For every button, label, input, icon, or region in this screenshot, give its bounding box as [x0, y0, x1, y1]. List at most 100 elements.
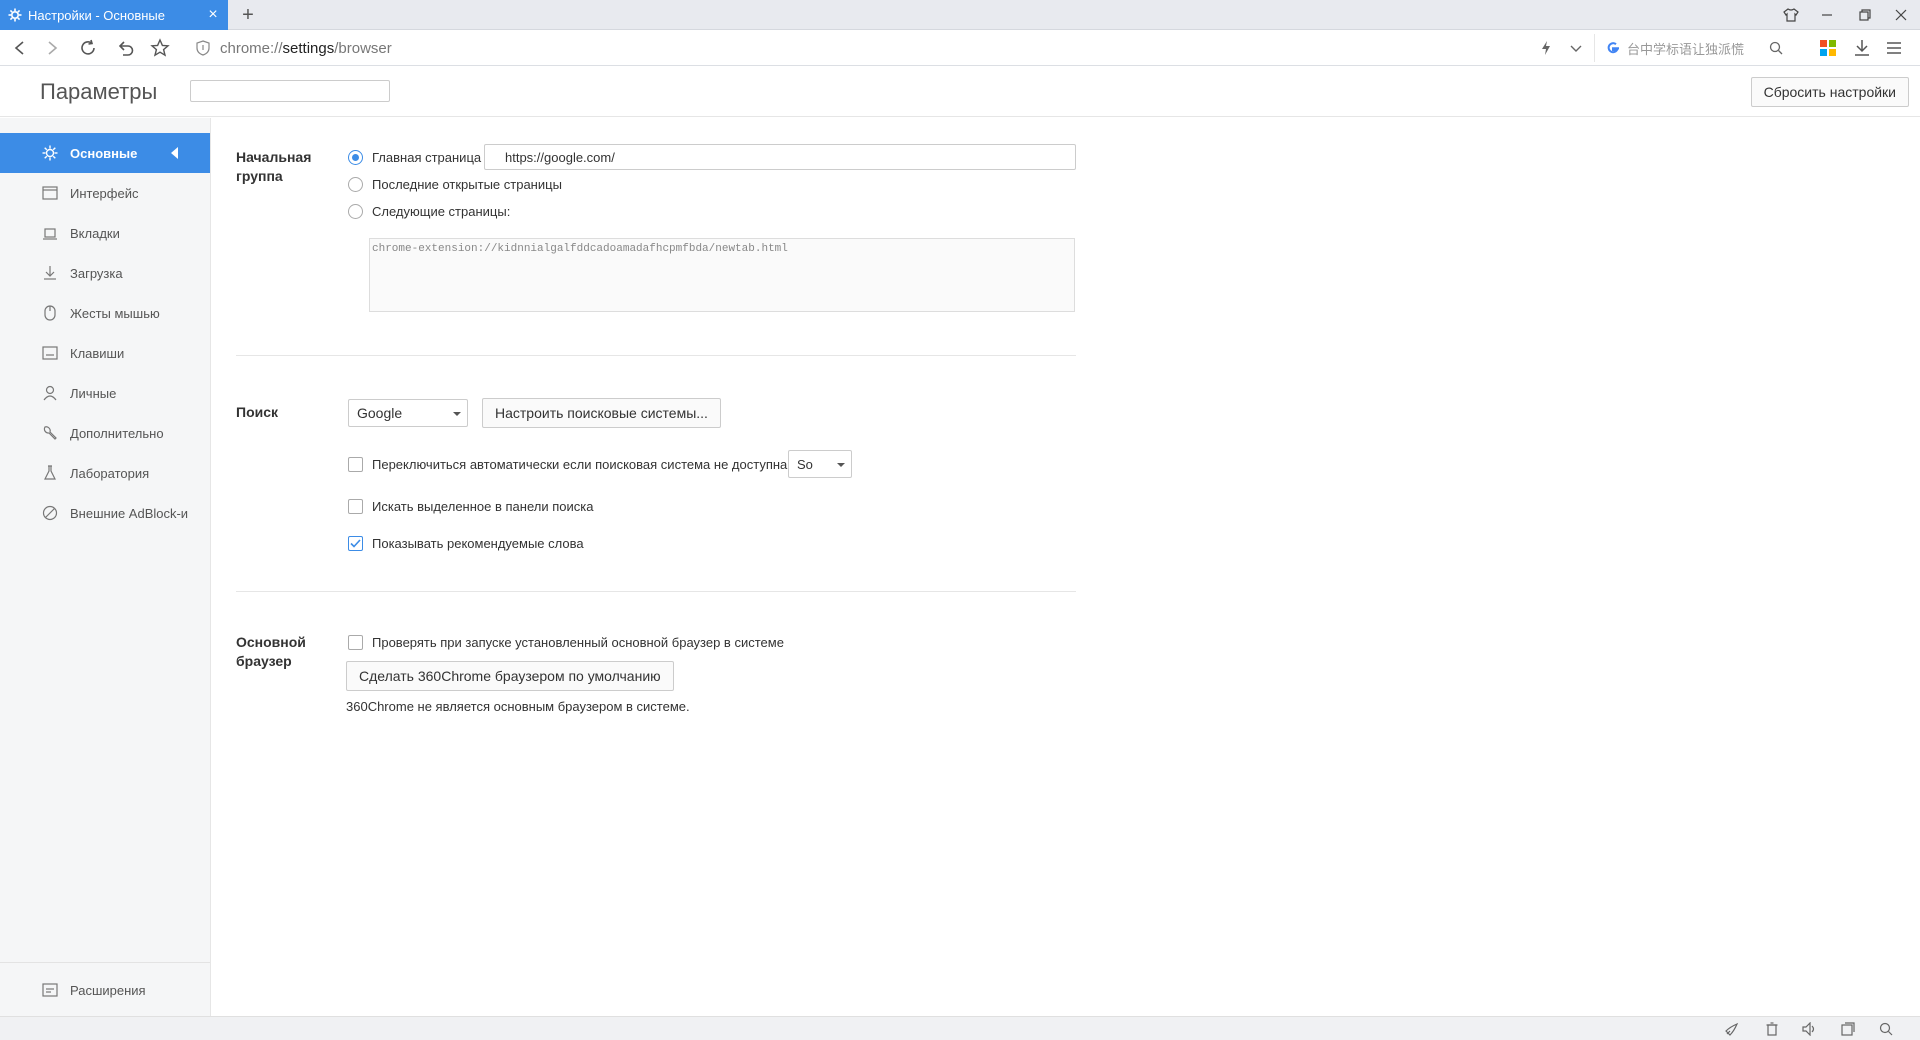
- close-icon[interactable]: ×: [202, 4, 224, 26]
- window-icon[interactable]: [1838, 1020, 1858, 1038]
- sidebar-item-label: Клавиши: [70, 345, 125, 361]
- manage-search-engines-button[interactable]: Настроить поисковые системы...: [482, 398, 721, 428]
- tab-icon: [42, 225, 58, 241]
- auto-switch-option[interactable]: Переключиться автоматически если поисков…: [348, 455, 787, 473]
- address-text: chrome://settings/browser: [220, 39, 392, 57]
- tab-title: Настройки - Основные: [28, 7, 165, 23]
- undo-icon[interactable]: [112, 34, 140, 62]
- restore-icon[interactable]: [1846, 0, 1884, 30]
- search-placeholder: 台中学标语让独派慌: [1627, 41, 1745, 57]
- sidebar-item-keys[interactable]: Клавиши: [0, 333, 210, 373]
- dropdown-arrow-icon: [837, 463, 845, 467]
- sidebar-item-general[interactable]: Основные: [0, 133, 210, 173]
- window-icon: [42, 185, 58, 201]
- sidebar-item-lab[interactable]: Лаборатория: [0, 453, 210, 493]
- sidebar-item-adblock[interactable]: Внешние AdBlock-и: [0, 493, 210, 533]
- homepage-radio[interactable]: [348, 149, 363, 165]
- close-window-icon[interactable]: [1882, 0, 1920, 30]
- flask-icon: [42, 465, 58, 481]
- default-browser-section-label: Основной браузер: [236, 634, 306, 669]
- fallback-engine-select[interactable]: So: [788, 450, 852, 478]
- sidebar-item-interface[interactable]: Интерфейс: [0, 173, 210, 213]
- person-icon: [42, 385, 58, 401]
- sidebar-item-mouse-gestures[interactable]: Жесты мышью: [0, 293, 210, 333]
- section-divider: [236, 591, 1076, 592]
- settings-sidebar: Основные Интерфейс Вкладки Загрузка Жест…: [0, 118, 211, 1016]
- homepage-url-input[interactable]: [484, 144, 1076, 170]
- selected-text-option[interactable]: Искать выделенное в панели поиска: [348, 497, 593, 515]
- sidebar-item-personal[interactable]: Личные: [0, 373, 210, 413]
- menu-icon[interactable]: [1880, 34, 1908, 62]
- sidebar-item-label: Интерфейс: [70, 185, 139, 201]
- check-default-checkbox[interactable]: [348, 634, 363, 650]
- sidebar-item-label: Внешние AdBlock-и: [70, 505, 189, 521]
- sidebar-item-label: Дополнительно: [70, 425, 164, 441]
- keyboard-icon: [42, 345, 58, 361]
- lightning-icon[interactable]: [1532, 34, 1560, 62]
- mouse-icon: [42, 305, 58, 321]
- sidebar-item-extensions[interactable]: Расширения: [0, 970, 210, 1010]
- suggestions-option[interactable]: Показывать рекомендуемые слова: [348, 534, 584, 552]
- new-tab-button[interactable]: +: [236, 3, 260, 27]
- search-icon[interactable]: [1876, 1020, 1896, 1038]
- startup-specific-pages-option[interactable]: Следующие страницы:: [348, 202, 510, 220]
- trash-icon[interactable]: [1762, 1020, 1782, 1038]
- extensions-icon: [42, 982, 58, 998]
- specific-pages-textarea[interactable]: chrome-extension://kidnnialgalfddcadoama…: [369, 238, 1075, 312]
- settings-search-input[interactable]: [190, 80, 390, 102]
- minimize-icon[interactable]: [1808, 0, 1846, 30]
- default-browser-status: 360Chrome не является основным браузером…: [346, 699, 690, 714]
- check-default-option[interactable]: Проверять при запуске установленный осно…: [348, 633, 784, 651]
- sidebar-item-tabs[interactable]: Вкладки: [0, 213, 210, 253]
- specific-pages-radio[interactable]: [348, 203, 363, 219]
- wrench-icon: [42, 425, 58, 441]
- settings-header: Параметры Сбросить настройки: [0, 67, 1920, 117]
- search-engine-box[interactable]: 台中学标语让独派慌: [1594, 34, 1786, 62]
- rocket-icon[interactable]: [1722, 1020, 1742, 1038]
- auto-switch-checkbox[interactable]: [348, 456, 363, 472]
- make-default-button[interactable]: Сделать 360Chrome браузером по умолчанию: [346, 661, 674, 691]
- back-icon[interactable]: [6, 34, 34, 62]
- info-shield-icon[interactable]: [194, 39, 212, 57]
- browser-toolbar: chrome://settings/browser 台中学标语让独派慌: [0, 30, 1920, 66]
- block-icon: [42, 505, 58, 521]
- skin-icon[interactable]: [1772, 0, 1810, 30]
- startup-homepage-option[interactable]: Главная страница: [348, 148, 481, 166]
- reload-icon[interactable]: [74, 34, 102, 62]
- sidebar-item-advanced[interactable]: Дополнительно: [0, 413, 210, 453]
- sidebar-item-label: Личные: [70, 385, 117, 401]
- address-bar[interactable]: chrome://settings/browser: [194, 34, 1564, 62]
- checkmark-icon: [350, 538, 361, 548]
- reset-settings-button[interactable]: Сбросить настройки: [1750, 77, 1909, 107]
- search-icon[interactable]: [1766, 41, 1786, 55]
- fallback-engine-value: So: [797, 456, 813, 472]
- download-icon[interactable]: [1848, 34, 1876, 62]
- chevron-down-icon[interactable]: [1562, 34, 1590, 62]
- search-engine-select[interactable]: Google: [348, 399, 468, 427]
- search-section-label: Поиск: [236, 404, 279, 420]
- last-pages-radio[interactable]: [348, 176, 363, 192]
- sidebar-item-label: Расширения: [70, 982, 146, 998]
- google-icon: [1607, 42, 1619, 54]
- sidebar-item-label: Основные: [70, 145, 138, 161]
- last-pages-label: Последние открытые страницы: [372, 176, 562, 192]
- startup-section-label: Начальная группа: [236, 149, 312, 184]
- sidebar-item-label: Лаборатория: [70, 465, 150, 481]
- sidebar-item-label: Загрузка: [70, 265, 123, 281]
- volume-icon[interactable]: [1800, 1020, 1820, 1038]
- homepage-label: Главная страница: [372, 149, 482, 165]
- active-caret-icon: [171, 147, 178, 159]
- suggestions-label: Показывать рекомендуемые слова: [372, 535, 584, 551]
- suggestions-checkbox[interactable]: [348, 535, 363, 551]
- search-engine-value: Google: [357, 405, 403, 421]
- selected-text-checkbox[interactable]: [348, 498, 363, 514]
- sidebar-item-downloads[interactable]: Загрузка: [0, 253, 210, 293]
- selected-text-label: Искать выделенное в панели поиска: [372, 498, 594, 514]
- startup-last-pages-option[interactable]: Последние открытые страницы: [348, 175, 562, 193]
- tab-settings[interactable]: Настройки - Основные ×: [0, 0, 228, 30]
- settings-content: Начальная группа Главная страница Послед…: [212, 118, 1920, 1016]
- forward-icon[interactable]: [38, 34, 66, 62]
- apps-icon[interactable]: [1814, 34, 1842, 62]
- dropdown-arrow-icon: [453, 412, 461, 416]
- bookmark-star-icon[interactable]: [146, 34, 174, 62]
